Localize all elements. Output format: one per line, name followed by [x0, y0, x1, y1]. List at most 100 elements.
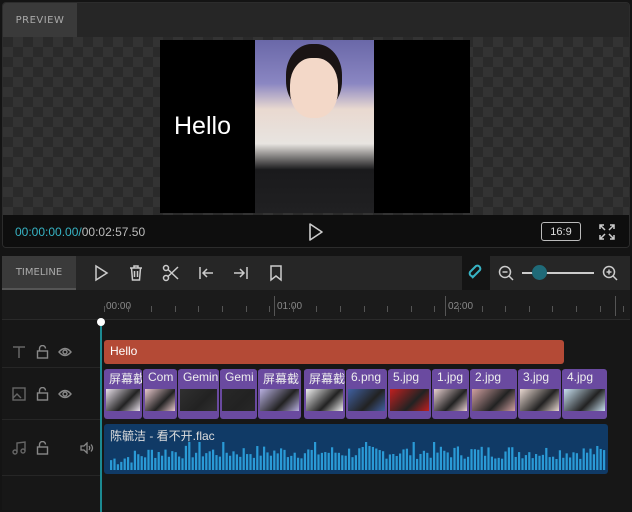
waveform-bar — [239, 456, 242, 470]
scissors-icon[interactable] — [162, 264, 180, 282]
unlock-icon[interactable] — [36, 345, 49, 359]
waveform-bar — [412, 442, 415, 470]
playhead[interactable] — [100, 320, 102, 512]
waveform-bar — [290, 455, 293, 470]
image-clip[interactable]: 屏幕截 — [304, 369, 345, 419]
waveform-bar — [303, 453, 306, 470]
waveform-bar — [426, 452, 429, 470]
minor-tick — [222, 306, 223, 312]
image-thumbnail — [564, 389, 605, 411]
waveform-bar — [589, 448, 592, 470]
image-clip[interactable]: 3.jpg — [518, 369, 561, 419]
waveform — [110, 442, 606, 470]
image-thumbnail — [472, 389, 515, 411]
playhead-handle[interactable] — [97, 318, 105, 326]
waveform-bar — [215, 455, 218, 470]
image-clip-label: Gemi — [220, 370, 257, 384]
waveform-bar — [467, 456, 470, 470]
waveform-bar — [501, 458, 504, 470]
waveform-bar — [402, 449, 405, 470]
text-clip[interactable]: Hello — [104, 340, 564, 364]
waveform-bar — [242, 448, 245, 470]
waveform-bar — [586, 452, 589, 470]
empty-track-header — [2, 476, 100, 510]
major-tick — [615, 296, 616, 316]
music-icon — [12, 441, 26, 455]
image-thumbnail — [222, 389, 255, 411]
waveform-bar — [375, 448, 378, 470]
time-ruler[interactable]: 00:00 01:00 02:00 — [2, 290, 630, 320]
waveform-bar — [317, 454, 320, 470]
image-clip[interactable]: 1.jpg — [432, 369, 469, 419]
waveform-bar — [497, 457, 500, 470]
timeline-tab[interactable]: TIMELINE — [2, 256, 76, 290]
minor-tick — [434, 306, 436, 312]
waveform-bar — [191, 457, 194, 470]
image-clip[interactable]: 6.png — [346, 369, 387, 419]
volume-icon[interactable] — [80, 442, 94, 454]
image-clip-label: Gemin — [178, 370, 219, 384]
image-thumbnail — [390, 389, 429, 411]
waveform-bar — [273, 450, 276, 470]
image-clip[interactable]: 5.jpg — [388, 369, 431, 419]
aspect-ratio-button[interactable]: 16:9 — [541, 222, 581, 241]
timeline-toolbar: TIMELINE — [2, 256, 630, 290]
waveform-bar — [446, 452, 449, 470]
waveform-bar — [569, 457, 572, 470]
audio-clip[interactable]: 陈毓洁 - 看不开.flac — [104, 424, 608, 474]
waveform-bar — [229, 455, 232, 470]
minor-tick — [576, 306, 577, 312]
waveform-bar — [592, 454, 595, 470]
snap-toggle[interactable] — [462, 256, 490, 290]
image-clip[interactable]: Com — [143, 369, 177, 419]
image-clip[interactable]: 屏幕截 — [258, 369, 301, 419]
eye-icon[interactable] — [58, 388, 72, 400]
magnet-icon — [468, 264, 482, 279]
zoom-slider-handle[interactable] — [532, 265, 547, 280]
unlock-icon[interactable] — [36, 441, 49, 455]
waveform-bar — [144, 457, 147, 470]
waveform-bar — [249, 454, 252, 470]
waveform-bar — [552, 456, 555, 470]
image-thumbnail — [260, 389, 299, 411]
image-clip-label: 屏幕截 — [104, 370, 142, 387]
minor-tick — [481, 306, 483, 312]
waveform-bar — [575, 453, 578, 470]
image-clip-label: 4.jpg — [562, 370, 599, 384]
image-clip[interactable]: 2.jpg — [470, 369, 517, 419]
fullscreen-icon[interactable] — [598, 223, 616, 241]
minor-tick — [458, 306, 459, 312]
waveform-bar — [535, 454, 538, 470]
eye-icon[interactable] — [58, 346, 72, 358]
waveform-bar — [596, 445, 599, 470]
jump-start-icon[interactable] — [197, 264, 215, 282]
major-tick — [274, 296, 275, 316]
zoom-in-icon[interactable] — [601, 264, 619, 282]
text-icon — [13, 346, 25, 358]
waveform-bar — [157, 452, 160, 470]
minor-tick — [316, 306, 318, 312]
waveform-bar — [280, 448, 283, 470]
image-clip[interactable]: Gemi — [220, 369, 257, 419]
image-thumbnail — [434, 389, 467, 411]
waveform-bar — [358, 448, 361, 470]
waveform-bar — [541, 454, 544, 470]
image-clip[interactable]: 4.jpg — [562, 369, 607, 419]
ruler-label: 02:00 — [448, 301, 474, 312]
play-icon[interactable] — [92, 264, 110, 282]
play-icon[interactable] — [305, 222, 325, 242]
zoom-out-icon[interactable] — [497, 264, 515, 282]
image-clip[interactable]: 屏幕截 — [104, 369, 142, 419]
image-clip[interactable]: Gemin — [178, 369, 219, 419]
waveform-bar — [286, 457, 289, 470]
bookmark-icon[interactable] — [267, 264, 285, 282]
waveform-bar — [388, 454, 391, 470]
waveform-bar — [433, 442, 436, 470]
waveform-bar — [514, 456, 517, 470]
waveform-bar — [269, 455, 272, 470]
minor-tick — [505, 306, 507, 312]
jump-end-icon[interactable] — [232, 264, 250, 282]
unlock-icon[interactable] — [36, 387, 49, 401]
preview-tab[interactable]: PREVIEW — [3, 3, 77, 37]
delete-icon[interactable] — [127, 264, 145, 282]
